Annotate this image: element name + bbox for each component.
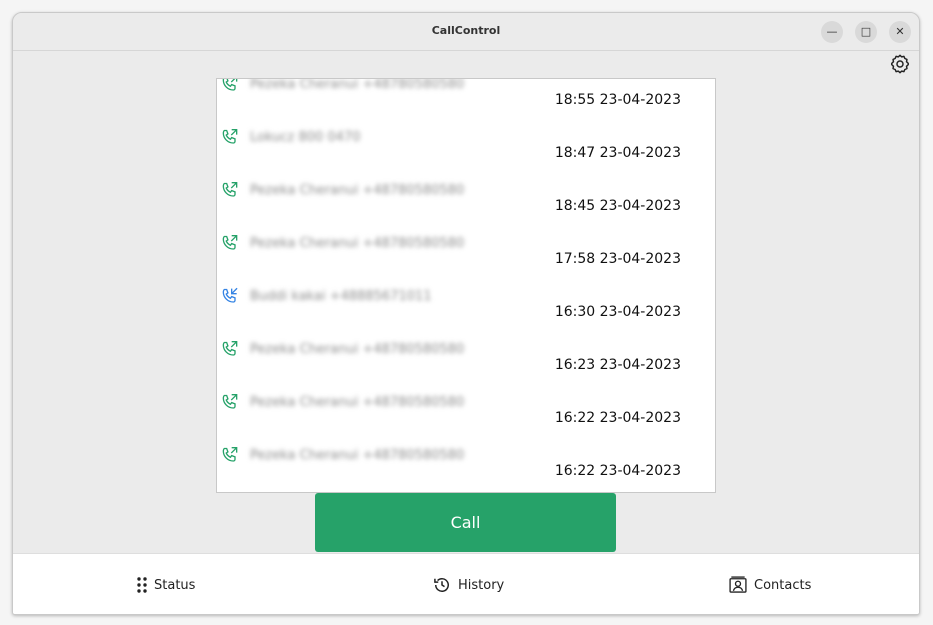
dots-grid-icon bbox=[137, 577, 147, 593]
bottom-navigation: Status History Contacts bbox=[13, 553, 919, 614]
maximize-icon: □ bbox=[860, 25, 872, 38]
title-bar[interactable]: CallControl — □ ✕ bbox=[13, 13, 919, 51]
outgoing-call-icon bbox=[222, 394, 238, 409]
close-button[interactable]: ✕ bbox=[889, 21, 911, 43]
history-row[interactable]: Pezeka Cheranui +48780580580 16:22 23-04… bbox=[217, 391, 715, 444]
history-row[interactable]: Pezeka Cheranui +48780580580 18:55 23-04… bbox=[217, 78, 715, 126]
nav-history-label: History bbox=[458, 577, 505, 593]
call-time: 16:23 23-04-2023 bbox=[554, 357, 681, 373]
settings-button[interactable] bbox=[889, 53, 911, 75]
contact-name: Pezeka Cheranui +48780580580 bbox=[250, 342, 465, 357]
contact-name: Pezeka Cheranui +48780580580 bbox=[250, 448, 465, 463]
history-row[interactable]: Buddi kakai +48885671011 16:30 23-04-202… bbox=[217, 285, 715, 338]
call-button[interactable]: Call bbox=[315, 493, 616, 552]
outgoing-call-icon bbox=[222, 129, 238, 144]
call-time: 16:30 23-04-2023 bbox=[554, 304, 681, 320]
history-row[interactable]: Pezeka Cheranui +48780580580 18:45 23-04… bbox=[217, 179, 715, 232]
minimize-button[interactable]: — bbox=[821, 21, 843, 43]
history-clock-icon bbox=[434, 578, 449, 592]
maximize-button[interactable]: □ bbox=[855, 21, 877, 43]
call-time: 18:45 23-04-2023 bbox=[554, 198, 681, 214]
close-icon: ✕ bbox=[895, 25, 905, 38]
call-history-list[interactable]: Pezeka Cheranui +48780580580 18:55 23-04… bbox=[216, 78, 716, 493]
outgoing-call-icon bbox=[222, 235, 238, 250]
contact-name: Pezeka Cheranui +48780580580 bbox=[250, 183, 465, 198]
outgoing-call-icon bbox=[222, 182, 238, 197]
call-time: 16:22 23-04-2023 bbox=[554, 463, 681, 479]
incoming-call-icon bbox=[222, 287, 238, 303]
contact-name: Buddi kakai +48885671011 bbox=[250, 289, 432, 304]
nav-contacts-label: Contacts bbox=[754, 577, 812, 593]
contact-name: Pezeka Cheranui +48780580580 bbox=[250, 236, 465, 251]
nav-history[interactable]: History bbox=[432, 574, 504, 596]
history-row[interactable]: Pezeka Cheranui +48780580580 16:23 23-04… bbox=[217, 338, 715, 391]
call-time: 16:22 23-04-2023 bbox=[554, 410, 681, 426]
history-row[interactable]: Pezeka Cheranui +48780580580 16:22 23-04… bbox=[217, 444, 715, 492]
nav-status[interactable]: Status bbox=[136, 574, 195, 596]
call-time: 18:55 23-04-2023 bbox=[554, 92, 681, 108]
history-row[interactable]: Lokucz 800 0470 18:47 23-04-2023 bbox=[217, 126, 715, 179]
outgoing-call-icon bbox=[222, 79, 238, 91]
contact-name: Pezeka Cheranui +48780580580 bbox=[250, 78, 465, 92]
call-time: 18:47 23-04-2023 bbox=[554, 145, 681, 161]
outgoing-call-icon bbox=[222, 341, 238, 356]
call-time: 17:58 23-04-2023 bbox=[554, 251, 681, 267]
gear-icon bbox=[891, 54, 909, 74]
contact-name: Lokucz 800 0470 bbox=[250, 130, 361, 145]
history-row[interactable]: Pezeka Cheranui +48780580580 17:58 23-04… bbox=[217, 232, 715, 285]
outgoing-call-icon bbox=[222, 447, 238, 462]
callcontrol-window: CallControl — □ ✕ Pezeka Cheranui +48780… bbox=[12, 12, 920, 615]
window-title: CallControl bbox=[431, 24, 501, 37]
contact-name: Pezeka Cheranui +48780580580 bbox=[250, 395, 465, 410]
contact-card-icon bbox=[729, 576, 747, 593]
nav-contacts[interactable]: Contacts bbox=[728, 574, 811, 596]
nav-status-label: Status bbox=[154, 577, 196, 593]
minimize-icon: — bbox=[826, 25, 838, 38]
